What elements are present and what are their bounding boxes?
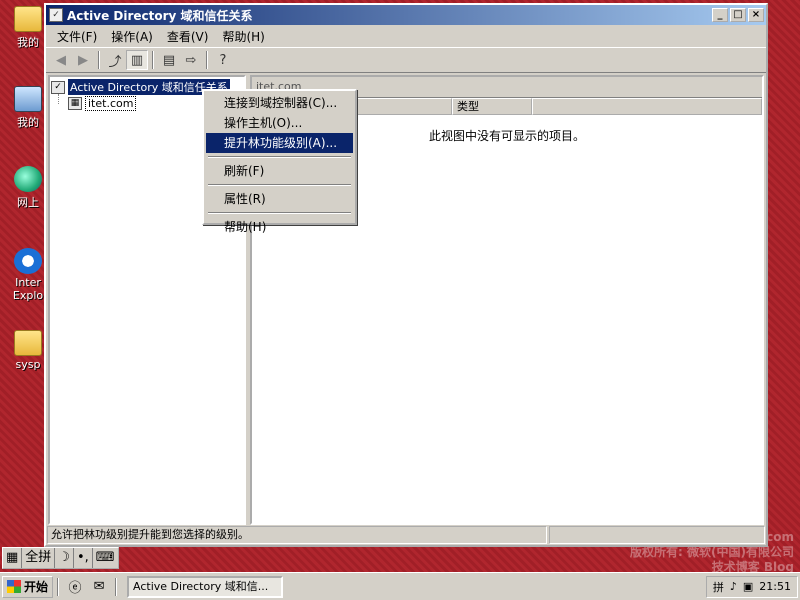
desktop-icon-label: 网上 [17,196,39,209]
forward-arrow-icon[interactable]: ▶ [72,50,94,70]
ctx-operations-masters[interactable]: 操作主机(O)... [206,113,353,133]
column-header-type[interactable]: 类型 [452,98,532,115]
back-arrow-icon[interactable]: ◀ [50,50,72,70]
domain-icon: ▦ [68,97,82,110]
start-label: 开始 [24,580,49,594]
network-icon [14,166,42,192]
taskbar-window-button[interactable]: Active Directory 域和信... [127,575,284,598]
ctx-raise-forest-level[interactable]: 提升林功能级别(A)... [206,133,353,153]
ad-domains-trusts-window: ✓ Active Directory 域和信任关系 _ □ × 文件(F) 操作… [44,3,768,547]
ctx-separator [208,156,351,158]
tree-item-domain[interactable]: ▦ itet.com [68,96,137,111]
desktop-icon-label: 我的 [17,36,39,49]
outlook-express-icon[interactable]: ✉ [89,577,109,597]
desktop-icon-label: sysp [15,358,41,371]
status-text: 允许把林功级别提升能到您选择的级别。 [47,526,547,544]
half-width-icon[interactable]: ☽ [55,548,74,568]
clock[interactable]: 21:51 [759,580,791,593]
toolbar-separator [206,51,208,69]
windows-logo-icon [7,580,21,593]
watermark-line: 版权所有: 微软(中国)有限公司 [630,545,794,559]
ime-bar: ▦ 全拼 ☽ •, ⌨ [2,547,119,569]
column-header-blank [532,98,762,115]
export-list-icon[interactable]: ⇨ [180,50,202,70]
ime-toggle-icon[interactable]: ▦ [3,548,23,568]
volume-icon[interactable]: ♪ [730,580,737,593]
properties-icon[interactable]: ▤ [158,50,180,70]
context-menu: 连接到域控制器(C)... 操作主机(O)... 提升林功能级别(A)... 刷… [202,89,357,234]
folder-icon [14,6,42,32]
show-hide-tree-icon[interactable]: ▥ [126,50,148,70]
app-icon: ✓ [49,8,63,22]
status-bar: 允许把林功级别提升能到您选择的级别。 [46,525,766,545]
taskbar-separator [57,577,60,596]
network-status-icon[interactable]: ▣ [743,580,753,593]
ctx-connect-dc[interactable]: 连接到域控制器(C)... [206,93,353,113]
minimize-button[interactable]: _ [712,8,728,22]
title-bar[interactable]: ✓ Active Directory 域和信任关系 _ □ × [46,5,766,25]
system-tray: 拼 ♪ ▣ 21:51 [705,575,798,598]
desktop-icon-label: Inter Explo [12,276,44,302]
ctx-separator [208,212,351,214]
tree-connector [58,94,59,104]
internet-explorer-icon [14,248,42,274]
menu-view[interactable]: 查看(V) [160,26,216,47]
soft-keyboard-icon[interactable]: ⌨ [93,548,118,568]
taskbar: 开始 ⓔ ✉ Active Directory 域和信... 拼 ♪ ▣ 21:… [0,572,800,600]
ctx-separator [208,184,351,186]
ctx-help[interactable]: 帮助(H) [206,217,353,237]
menu-bar: 文件(F) 操作(A) 查看(V) 帮助(H) [46,25,766,47]
menu-file[interactable]: 文件(F) [50,26,104,47]
domains-trusts-icon: ✓ [51,80,65,94]
maximize-button[interactable]: □ [730,8,746,22]
computer-icon [14,86,42,112]
menu-help[interactable]: 帮助(H) [215,26,271,47]
toolbar-separator [98,51,100,69]
start-button[interactable]: 开始 [2,575,54,598]
up-folder-icon[interactable]: ⤴ [104,50,126,70]
desktop-icon-label: 我的 [17,116,39,129]
ctx-properties[interactable]: 属性(R) [206,189,353,209]
punctuation-icon[interactable]: •, [74,548,93,568]
input-language-icon[interactable]: 拼 [713,579,724,595]
toolbar-separator [152,51,154,69]
internet-explorer-icon[interactable]: ⓔ [65,577,85,597]
ime-mode[interactable]: 全拼 [22,548,56,568]
folder-icon [14,330,42,356]
menu-action[interactable]: 操作(A) [104,26,160,47]
tree-item-domain-label: itet.com [85,96,137,111]
status-panel [549,526,765,544]
ctx-refresh[interactable]: 刷新(F) [206,161,353,181]
close-button[interactable]: × [748,8,764,22]
help-icon[interactable]: ? [212,50,234,70]
toolbar: ◀ ▶ ⤴ ▥ ▤ ⇨ ? [46,47,766,73]
taskbar-separator [115,577,118,596]
window-title: Active Directory 域和信任关系 [67,8,253,23]
